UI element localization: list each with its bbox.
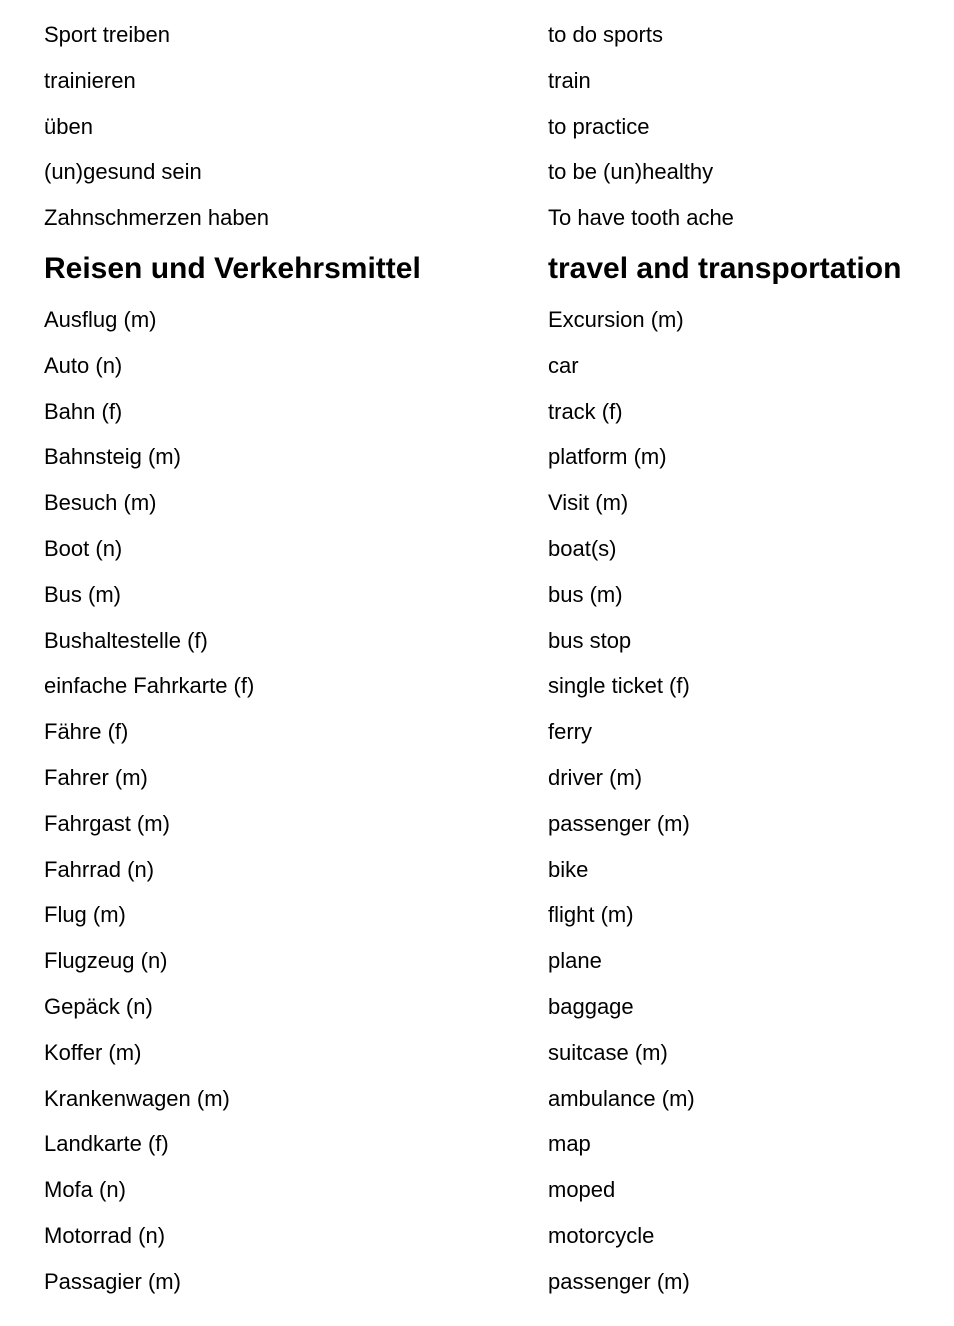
section-heading-english: travel and transportation	[548, 251, 902, 285]
vocab-row: üben to practice	[0, 104, 954, 150]
english-translation: passenger (m)	[548, 1268, 690, 1294]
english-translation: ferry	[548, 719, 592, 745]
vocab-row: trainieren train	[0, 58, 954, 104]
german-term: Passagier (m)	[44, 1268, 181, 1294]
german-term: Bahn (f)	[44, 398, 123, 424]
german-term: Koffer (m)	[44, 1039, 142, 1065]
german-term: Ausflug (m)	[44, 306, 157, 332]
english-translation: plane	[548, 948, 602, 974]
english-translation: car	[548, 352, 579, 378]
english-translation: Excursion (m)	[548, 306, 684, 332]
vocab-row: Landkarte (f) map	[0, 1121, 954, 1167]
vocab-row: Bahnsteig (m) platform (m)	[0, 434, 954, 480]
vocab-row: Fahrrad (n) bike	[0, 847, 954, 893]
german-term: Boot (n)	[44, 535, 123, 561]
vocab-row: Sport treiben to do sports	[0, 12, 954, 58]
vocab-row: Fahrer (m) driver (m)	[0, 755, 954, 801]
german-term: Landkarte (f)	[44, 1131, 169, 1157]
vocab-row: Fähre (f) ferry	[0, 709, 954, 755]
english-translation: map	[548, 1131, 591, 1157]
english-translation: train	[548, 67, 591, 93]
german-term: Besuch (m)	[44, 490, 157, 516]
german-term: trainieren	[44, 67, 136, 93]
english-translation: flight (m)	[548, 902, 634, 928]
vocab-row: einfache Fahrkarte (f) single ticket (f)	[0, 663, 954, 709]
vocab-row: Boot (n) boat(s)	[0, 526, 954, 572]
english-translation: Visit (m)	[548, 490, 629, 516]
german-term: Mofa (n)	[44, 1177, 126, 1203]
english-translation: to be (un)healthy	[548, 159, 714, 185]
german-term: Bahnsteig (m)	[44, 444, 181, 470]
vocab-row: Passagier (m) passenger (m)	[0, 1259, 954, 1305]
german-term: Bus (m)	[44, 581, 121, 607]
vocab-row: Fahrgast (m) passenger (m)	[0, 801, 954, 847]
english-translation: platform (m)	[548, 444, 667, 470]
section-heading-german: Reisen und Verkehrsmittel	[44, 251, 421, 285]
english-translation: to practice	[548, 113, 650, 139]
english-translation: passenger (m)	[548, 810, 690, 836]
vocab-row: Ausflug (m) Excursion (m)	[0, 297, 954, 343]
german-term: Fahrrad (n)	[44, 856, 155, 882]
german-term: Fahrgast (m)	[44, 810, 170, 836]
english-translation: bus (m)	[548, 581, 623, 607]
vocab-row: Bushaltestelle (f) bus stop	[0, 618, 954, 664]
german-term: Gepäck (n)	[44, 993, 153, 1019]
german-term: Fähre (f)	[44, 719, 129, 745]
german-term: (un)gesund sein	[44, 159, 202, 185]
german-term: einfache Fahrkarte (f)	[44, 673, 255, 699]
english-translation: bus stop	[548, 627, 632, 653]
vocab-row: Koffer (m) suitcase (m)	[0, 1030, 954, 1076]
section-heading-row: Reisen und Verkehrsmittel travel and tran…	[0, 241, 954, 297]
english-translation: driver (m)	[548, 764, 643, 790]
german-term: Bushaltestelle (f)	[44, 627, 208, 653]
english-translation: To have tooth ache	[548, 205, 734, 231]
vocab-row: Krankenwagen (m) ambulance (m)	[0, 1076, 954, 1122]
english-translation: bike	[548, 856, 589, 882]
english-translation: baggage	[548, 993, 634, 1019]
vocab-row: Auto (n) car	[0, 343, 954, 389]
english-translation: moped	[548, 1177, 616, 1203]
english-translation: ambulance (m)	[548, 1085, 695, 1111]
german-term: Motorrad (n)	[44, 1222, 166, 1248]
german-term: Flugzeug (n)	[44, 948, 168, 974]
vocab-row: Besuch (m) Visit (m)	[0, 480, 954, 526]
german-term: Krankenwagen (m)	[44, 1085, 230, 1111]
vocab-row: Flug (m) flight (m)	[0, 892, 954, 938]
english-translation: motorcycle	[548, 1222, 655, 1248]
vocab-row: (un)gesund sein to be (un)healthy	[0, 149, 954, 195]
vocab-row: Bus (m) bus (m)	[0, 572, 954, 618]
english-translation: track (f)	[548, 398, 623, 424]
english-translation: boat(s)	[548, 535, 617, 561]
german-term: Fahrer (m)	[44, 764, 148, 790]
english-translation: suitcase (m)	[548, 1039, 668, 1065]
vocab-row: Motorrad (n) motorcycle	[0, 1213, 954, 1259]
german-term: Auto (n)	[44, 352, 123, 378]
german-term: üben	[44, 113, 93, 139]
german-term: Flug (m)	[44, 902, 126, 928]
german-term: Zahnschmerzen haben	[44, 205, 270, 231]
vocab-row: Zahnschmerzen haben To have tooth ache	[0, 195, 954, 241]
vocab-row: Gepäck (n) baggage	[0, 984, 954, 1030]
german-term: Sport treiben	[44, 22, 170, 47]
english-translation: to do sports	[548, 22, 663, 47]
vocab-row: Flugzeug (n) plane	[0, 938, 954, 984]
vocab-row: Bahn (f) track (f)	[0, 389, 954, 435]
english-translation: single ticket (f)	[548, 673, 690, 699]
vocabulary-table: Sport treiben to do sports trainieren train…	[0, 12, 954, 1305]
vocab-row: Mofa (n) moped	[0, 1167, 954, 1213]
